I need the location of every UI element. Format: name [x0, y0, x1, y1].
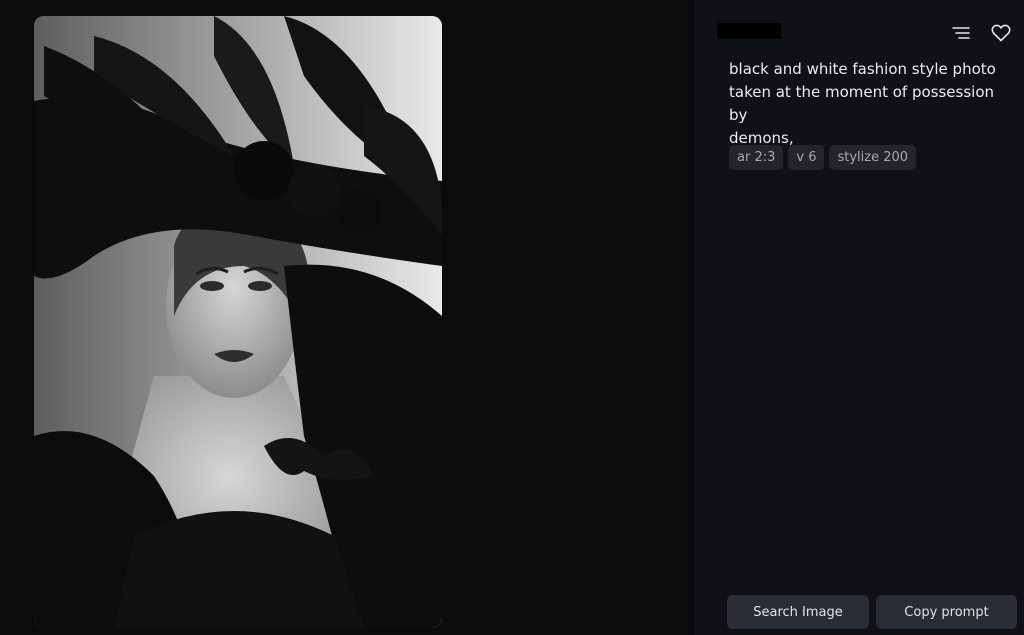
prompt-line: black and white fashion style photo [729, 60, 996, 78]
generated-image[interactable] [34, 16, 442, 628]
redacted-username [717, 23, 781, 39]
fashion-portrait-image [34, 16, 442, 628]
prompt-line: taken at the moment of possession by [729, 83, 995, 124]
heart-outline-icon[interactable] [991, 23, 1011, 43]
parameter-tags: ar 2:3 v 6 stylize 200 [729, 145, 917, 170]
search-image-button[interactable]: Search Image [727, 595, 869, 629]
tag-version: v 6 [788, 145, 825, 170]
prompt-panel: black and white fashion style photo take… [695, 0, 1024, 635]
tag-stylize: stylize 200 [829, 145, 917, 170]
panel-toolbar [951, 23, 1011, 43]
prompt-text: black and white fashion style photo take… [729, 58, 999, 150]
tag-aspect-ratio: ar 2:3 [729, 145, 784, 170]
copy-prompt-button[interactable]: Copy prompt [876, 595, 1017, 629]
menu-lines-icon[interactable] [951, 23, 971, 43]
image-viewer [0, 0, 695, 635]
